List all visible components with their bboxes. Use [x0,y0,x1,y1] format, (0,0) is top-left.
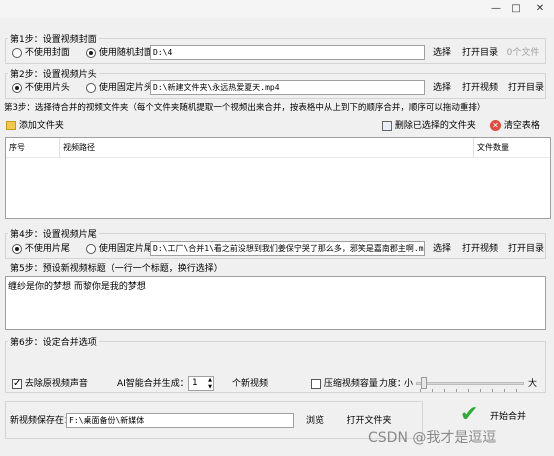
step2-title: 第2步：设置视频片头 [8,67,99,80]
csdn-watermark: CSDN @我才是逗逗 [368,430,497,446]
step6-title: 第6步：设定合并选项 [8,335,99,348]
delete-selected-button[interactable]: 删除已选择的文件夹 [382,117,476,135]
add-folder-button[interactable]: 添加文件夹 [6,117,68,135]
step4-radio-fixed[interactable]: 使用固定片尾 [86,242,153,256]
browse-button[interactable]: 浏览 [300,412,330,430]
radio-icon [86,82,96,93]
ai-count-value: 1 [192,378,198,388]
step1-title: 第1步：设置视频封面 [8,32,99,45]
title-textarea[interactable]: 缠纱是你的梦想 而黎你是我的梦想 [5,276,546,330]
column-header-path[interactable]: 视频路径 [60,138,474,158]
cover-select-button[interactable]: 选择 [428,44,456,62]
intro-open-video-button[interactable]: 打开视频 [458,79,502,97]
outro-open-video-button[interactable]: 打开视频 [458,240,502,258]
strength-small-label: 小 [404,379,414,389]
step1-radio-none[interactable]: 不使用封面 [12,46,70,60]
radio-icon [12,243,22,254]
column-header-index[interactable]: 序号 [6,138,60,158]
radio-icon [12,82,22,93]
step4-radio-none[interactable]: 不使用片尾 [12,242,70,256]
compress-checkbox[interactable]: 压缩视频容量 [311,377,378,391]
close-button[interactable]: ✕ [530,2,550,16]
stepper-up-icon[interactable]: ▲ [208,377,212,383]
step1-radio-random[interactable]: 使用随机封面 [86,46,153,60]
cover-file-count: 0个文件 [506,48,540,58]
strength-large-label: 大 [528,379,538,389]
strength-slider-thumb[interactable] [421,377,428,389]
delete-icon [382,120,392,131]
step4-title: 第4步：设置视频片尾 [8,227,99,240]
outro-select-button[interactable]: 选择 [428,240,456,258]
ai-generate-label: AI智能合并生成： [117,379,189,389]
checkbox-icon [12,377,22,391]
maximize-button[interactable]: □ [506,2,526,16]
stepper-down-icon[interactable]: ▼ [208,384,212,390]
outro-open-dir-button[interactable]: 打开目录 [504,240,548,258]
ai-count-stepper[interactable]: 1 ▲ ▼ [188,376,214,391]
strength-label: 力度： [379,379,407,389]
cover-open-dir-button[interactable]: 打开目录 [458,44,502,62]
radio-icon [86,47,96,58]
folder-table[interactable]: 序号 视频路径 文件数量 [5,137,551,219]
save-path-input[interactable]: F:\桌面备份\新媒体 [66,413,294,428]
cover-path-input[interactable]: D:\4 [150,45,425,60]
column-header-count[interactable]: 文件数量 [474,138,550,158]
intro-open-dir-button[interactable]: 打开目录 [504,79,548,97]
intro-select-button[interactable]: 选择 [428,79,456,97]
minimize-button[interactable]: — [486,2,506,16]
radio-icon [86,243,96,254]
outro-path-input[interactable]: D:\工厂\合并1\看之前没想到我们姜保宁哭了那么多，邪笑是嘉南郡主啊.mp4 [150,241,425,256]
clear-table-button[interactable]: ✕ 清空表格 [490,117,546,135]
intro-path-input[interactable]: D:\新建文件夹\永远热爱夏天.mp4 [150,80,425,95]
folder-add-icon [6,121,16,130]
title-bar [0,0,554,18]
checkbox-icon [311,378,321,389]
step2-radio-none[interactable]: 不使用片头 [12,81,70,95]
checkmark-icon: ✔ [460,402,479,427]
step2-radio-fixed[interactable]: 使用固定片头 [86,81,153,95]
remove-audio-checkbox[interactable]: 去除原视频声音 [12,377,88,391]
ai-count-unit: 个新视频 [232,379,269,389]
clear-icon: ✕ [490,120,501,131]
strength-slider-track[interactable] [416,382,524,385]
radio-icon [12,47,22,58]
save-location-label: 新视频保存在： [10,416,74,426]
step5-title: 第5步：预设新视频标题（一行一个标题，换行选择） [10,264,223,274]
step3-title: 第3步：选择待合并的视频文件夹（每个文件夹随机提取一个视频出来合并，按表格中从上… [4,103,486,113]
